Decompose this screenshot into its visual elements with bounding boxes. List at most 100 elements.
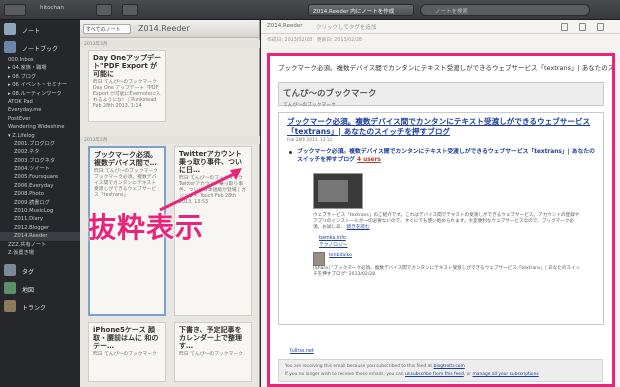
create-note-button[interactable]: Z014.Reeder 内にノートを作成 <box>308 4 414 16</box>
sidebar-item-notebook[interactable]: ▸ 06 イベント・セミナー <box>0 81 80 89</box>
sidebar-trunk-label: トランク <box>22 305 47 313</box>
note-dates: 作成日: 2013/02/28 更新日: 2013/02/28 <box>261 34 620 44</box>
sidebar-tags[interactable]: タグ <box>0 261 80 279</box>
updated-date: 更新日: 2013/02/28 <box>316 38 362 43</box>
sidebar-item-notebook[interactable]: Z004.ツイート <box>0 165 80 173</box>
sidebar-item-notebook[interactable]: PostEver <box>0 115 80 123</box>
post-date: Feb 28th 2013, 13:12 <box>287 137 333 142</box>
note-card[interactable]: 下書き、予定記事をカレンダー上で整理す… 昨日 てんぴ〜のブックマーク <box>174 322 252 382</box>
sidebar-item-notebook[interactable]: Wandering Wideshine <box>0 123 80 131</box>
note-card[interactable]: iPhone5ケース 顔取・腰前はムに 和のテー… 昨日 てんぴ〜のブックマーク <box>88 322 166 382</box>
sidebar-trunk[interactable]: トランク <box>0 297 80 315</box>
source-link[interactable]: bamka.info <box>319 236 348 243</box>
sidebar-notes-label: ノート <box>22 28 41 35</box>
sync-icon[interactable] <box>96 4 112 16</box>
screenshot-image <box>313 173 363 209</box>
note-list-header: すべてのノート Z014.Reeder <box>80 20 259 38</box>
comment-user-link[interactable]: tenbitaiko <box>329 253 352 258</box>
notebook-icon <box>4 41 16 53</box>
fullrss-link[interactable]: fullrss.net <box>290 349 314 354</box>
notebook-selector[interactable]: Z014.Reeder <box>267 23 303 29</box>
category-link[interactable]: テクノロジー <box>319 243 348 250</box>
sidebar-item-notebook[interactable]: Z003.ブログネタ <box>0 157 80 165</box>
comment-text: [Share] "ブックマーク必須。複数デバイス間でカンタンにテキスト受渡しがで… <box>313 266 581 277</box>
share-icon[interactable] <box>579 23 586 31</box>
blogtrottr-link[interactable]: blogtrottr.com <box>434 364 465 369</box>
footer-text: , or <box>463 372 472 377</box>
sidebar-item-notebook[interactable]: Z006.Everyday <box>0 182 80 190</box>
post-body: ブックマーク必須。複数デバイス間でカンタンにテキスト受渡しができるウェブサービス… <box>278 112 604 325</box>
sidebar-atlas-label: 地図 <box>22 287 35 295</box>
footer-text: You are receiving this email because you… <box>285 364 433 369</box>
sidebar-tags-label: タグ <box>22 269 35 277</box>
created-date: 作成日: 2013/02/28 <box>267 38 313 43</box>
map-icon <box>4 282 16 295</box>
sidebar-item-notebook[interactable]: Z012.Blogger <box>0 224 80 232</box>
trash-icon[interactable] <box>561 23 568 31</box>
blog-subtitle: てんぴ〜のブックマーク <box>283 103 336 108</box>
notes-icon <box>4 23 16 35</box>
note-card-title: 下書き、予定記事をカレンダー上で整理す… <box>179 326 242 350</box>
note-card[interactable]: Day Oneアップデート"PDF Export が可能に 昨日 てんぴ〜のブッ… <box>88 50 166 122</box>
bookmark-users-link[interactable]: 4 users <box>357 157 381 163</box>
note-content-highlight: ブックマーク必須。複数デバイス間でカンタンにテキスト受渡しができるウェブサービス… <box>267 53 615 387</box>
note-list-title: Z014.Reeder <box>138 24 190 33</box>
sidebar-item-notebook[interactable]: Z008.Photo <box>0 190 80 198</box>
sidebar-notebooks[interactable]: ノートブック <box>0 38 80 56</box>
unsubscribe-link[interactable]: unsubscribe from this feed <box>405 372 464 377</box>
post-description: ウェブサービス「textrans」のご紹介です。これはデバイス間でテキストの受渡… <box>313 213 583 231</box>
sidebar-item-notebook[interactable]: Z001.ブログログ <box>0 140 80 148</box>
title-bar: hitochan Z014.Reeder 内にノートを作成 ノートを検索 <box>0 0 620 20</box>
sidebar: ノート ノートブック 000.Inbox ▸ 04.家族・職場 ▸ 08.ブログ ▸ … <box>0 20 80 387</box>
sidebar-item-notebook[interactable]: ▸ 08.ブログ <box>0 73 80 81</box>
sidebar-atlas[interactable]: 地図 <box>0 279 80 297</box>
note-card-snippet: 昨日 てんぴ〜のブックマーク Day One アップデート「PDF Export… <box>93 80 161 109</box>
section-header: 2013年3月 <box>80 40 260 48</box>
sidebar-item-notebook[interactable]: ATOK Pad <box>0 98 80 106</box>
tag-icon <box>4 264 16 277</box>
trunk-icon <box>4 300 16 313</box>
email-footer: You are receiving this email because you… <box>278 359 603 382</box>
tag-input[interactable]: クリックしてタグを追加 <box>316 23 376 31</box>
note-title[interactable]: ブックマーク必須。複数デバイス間でカンタンにテキスト受渡しができるウェブサービス… <box>270 56 612 72</box>
sidebar-item-notebook[interactable]: Z014.Reeder <box>0 232 80 241</box>
sidebar-item-notebook[interactable]: ▾ Z.Lifelog <box>0 132 80 140</box>
note-toolbar: Z014.Reeder クリックしてタグを追加 <box>261 20 620 34</box>
notebook-list: 000.Inbox ▸ 04.家族・職場 ▸ 08.ブログ ▸ 06 イベント・セミナ… <box>0 56 80 257</box>
sidebar-item-notebook[interactable]: Z002.ネタ <box>0 148 80 156</box>
avatar <box>313 252 325 266</box>
footer-text: If you no longer wish to receive these e… <box>285 372 404 377</box>
bookmark-bullet[interactable]: ブックマーク必須。複数デバイス間でカンタンにテキスト受渡しができるウェブサービス… <box>287 148 595 164</box>
sidebar-notes[interactable]: ノート <box>0 20 80 38</box>
sidebar-item-notebook[interactable]: Z010.MusicLog <box>0 207 80 215</box>
search-input[interactable]: ノートを検索 <box>420 4 590 16</box>
sidebar-item-notebook[interactable]: Z009.読書ログ <box>0 199 80 207</box>
note-pane: Z014.Reeder クリックしてタグを追加 作成日: 2013/02/28 … <box>261 20 620 387</box>
excerpt-callout: 抜粋表示 <box>88 211 205 244</box>
account-name[interactable]: hitochan <box>40 5 64 11</box>
source-links: bamka.info テクノロジー <box>319 236 348 249</box>
note-card-snippet: 昨日 てんぴ〜のブックマーク <box>179 352 243 357</box>
sidebar-item-notebook[interactable]: Z.仮置き場 <box>0 249 80 257</box>
read-more-link[interactable]: 続きを読む <box>347 225 370 230</box>
sidebar-notebooks-label: ノートブック <box>22 46 59 53</box>
sidebar-item-notebook[interactable]: ZZZ.共有ノート <box>0 241 80 249</box>
note-card-title: iPhone5ケース 顔取・腰前はムに 和のテー… <box>93 326 159 350</box>
account-button[interactable] <box>4 4 26 16</box>
post-title-link[interactable]: ブックマーク必須。複数デバイス間でカンタンにテキスト受渡しができるウェブサービス… <box>287 117 595 136</box>
section-header: 2013年2月 <box>80 136 260 144</box>
activity-icon[interactable] <box>122 4 138 16</box>
blog-header: てんぴ〜のブックマーク てんぴ〜のブックマーク <box>278 82 604 108</box>
blog-title: てんぴ〜のブックマーク <box>283 89 377 99</box>
sidebar-item-notebook[interactable]: ▸ 04.家族・職場 <box>0 64 80 72</box>
note-card-title: Day Oneアップデート"PDF Export が可能に <box>93 54 162 78</box>
sidebar-item-notebook[interactable]: 000.Inbox <box>0 56 80 64</box>
sidebar-item-notebook[interactable]: Everyday.me <box>0 106 80 114</box>
sidebar-item-notebook[interactable]: ▸ 08.ルーティンワーク <box>0 90 80 98</box>
info-icon[interactable] <box>597 23 604 31</box>
sidebar-item-notebook[interactable]: Z011.Diary <box>0 215 80 223</box>
bookmark-link[interactable]: ブックマーク必須。複数デバイス間でカンタンにテキスト受渡しができるウェブサービス… <box>297 149 595 163</box>
all-notes-dropdown[interactable]: すべてのノート <box>83 24 131 34</box>
sidebar-item-notebook[interactable]: Z005.Foursquare <box>0 173 80 181</box>
manage-subscriptions-link[interactable]: manage all your subscriptions <box>473 372 539 377</box>
